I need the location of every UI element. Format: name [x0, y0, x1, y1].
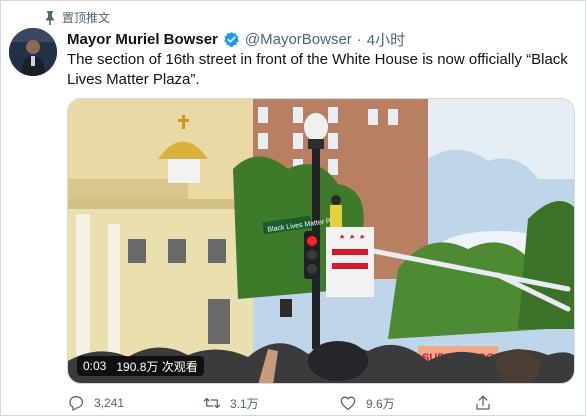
retweet-button[interactable]: 3.1万	[203, 394, 259, 412]
verified-badge-icon	[224, 32, 239, 47]
tweet-text: The section of 16th street in front of t…	[67, 51, 568, 88]
share-icon	[476, 395, 490, 410]
author-handle[interactable]: @MayorBowser	[245, 31, 352, 48]
pinned-tweet-indicator: 置顶推文	[44, 9, 110, 26]
video-view-count: 190.8万 次观看	[116, 359, 198, 374]
author-name[interactable]: Mayor Muriel Bowser	[67, 31, 218, 48]
video-duration: 0:03	[83, 359, 107, 373]
reply-button[interactable]: 3,241	[67, 394, 124, 412]
tweet-timestamp[interactable]: 4小时	[367, 29, 405, 50]
pinned-label: 置顶推文	[62, 11, 111, 25]
avatar[interactable]	[9, 28, 57, 76]
reply-icon	[69, 395, 84, 411]
like-count: 9.6万	[366, 396, 395, 411]
video-stats-badge: 0:03 190.8万 次观看	[77, 356, 204, 376]
tweet-header: Mayor Muriel Bowser @MayorBowser · 4小时	[67, 29, 405, 50]
pin-icon	[46, 10, 54, 25]
avatar-image	[9, 28, 57, 76]
tweet-actions: 3,241 3.1万 9.6万	[67, 394, 567, 414]
heart-icon	[340, 396, 356, 411]
share-button[interactable]	[474, 394, 492, 412]
video-player[interactable]: Black Lives Matter Pl SUPPORT DC 0:03 19…	[67, 98, 575, 384]
reply-count: 3,241	[94, 396, 125, 410]
retweet-count: 3.1万	[230, 396, 259, 411]
separator-dot: ·	[356, 31, 362, 48]
video-frame: Black Lives Matter Pl SUPPORT DC	[68, 99, 574, 383]
retweet-icon	[203, 397, 221, 409]
like-button[interactable]: 9.6万	[339, 394, 395, 412]
